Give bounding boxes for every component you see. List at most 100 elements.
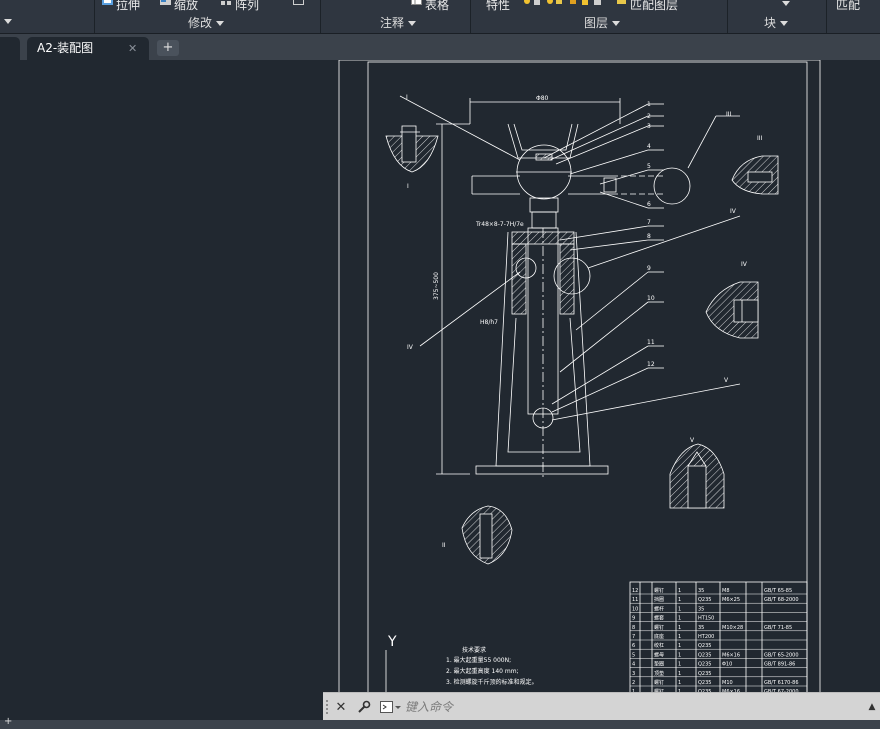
table-cell-note: M8 <box>722 588 730 594</box>
table-cell-note: M6×25 <box>722 597 740 603</box>
panel-modify[interactable]: 修改 <box>188 14 225 31</box>
detail-view-I <box>385 125 439 173</box>
table-cell-no: 6 <box>632 643 635 649</box>
document-tab-bar: A2-装配图 ✕ + <box>0 34 880 60</box>
balloon-7: 7 <box>647 219 651 226</box>
panel-layers[interactable]: 图层 <box>584 14 621 31</box>
scroll-up-button[interactable]: ▲ <box>865 693 879 721</box>
tech-req-line1: 1. 最大起重量55 000N; <box>446 656 511 664</box>
status-bar: + <box>0 716 880 729</box>
command-line: ✕ ▲ <box>323 692 880 721</box>
table-icon <box>411 0 422 5</box>
table-cell-note: Φ10 <box>722 662 732 668</box>
grip-handle[interactable] <box>323 693 331 721</box>
properties-button[interactable]: 特性 <box>486 0 510 12</box>
view-label-III: III <box>726 111 732 118</box>
drawing-canvas[interactable]: I I III III IV IV IV V V II Φ80 375~500 … <box>0 60 880 720</box>
tab-label: A2-装配图 <box>37 41 94 55</box>
table-cell-name: 挡圈 <box>654 596 664 603</box>
drawing-frame <box>367 61 808 720</box>
recent-commands-button[interactable] <box>379 693 403 721</box>
layer-tool-icons <box>524 0 601 5</box>
tab-a2-assembly[interactable]: A2-装配图 ✕ <box>27 37 149 60</box>
balloon-9: 9 <box>647 265 651 272</box>
balloon-6: 6 <box>647 201 651 208</box>
panel-block[interactable]: 块 <box>764 14 789 31</box>
table-cell-mat: 35 <box>698 606 704 612</box>
match-button[interactable]: 匹配 <box>836 0 860 12</box>
table-cell-mat: Q235 <box>698 643 711 649</box>
panel-annotation-label: 注释 <box>380 16 405 30</box>
table-button[interactable]: 表格 <box>411 0 449 12</box>
detail-view-II <box>461 505 513 565</box>
stretch-label: 拉伸 <box>116 0 141 12</box>
table-cell-std: GB/T 68-2000 <box>764 597 799 603</box>
ribbon-separator <box>94 0 95 33</box>
table-cell-no: 7 <box>632 634 635 640</box>
plus-icon: + <box>162 40 174 55</box>
panel-prev-dropdown[interactable] <box>0 14 12 28</box>
table-cell-mat: HT150 <box>698 616 714 622</box>
table-cell-no: 4 <box>632 662 635 668</box>
panel-modify-label: 修改 <box>188 16 213 30</box>
table-cell-name: 螺钉 <box>654 624 664 631</box>
table-cell-name: 螺母 <box>654 651 664 658</box>
view-label-I: I <box>406 94 408 101</box>
table-cell-name: 垫圈 <box>654 661 664 668</box>
table-cell-qty: 1 <box>678 625 681 631</box>
panel-block-label: 块 <box>764 16 777 30</box>
detail-view-V <box>669 443 725 509</box>
extra-modify-button[interactable] <box>293 0 307 8</box>
new-tab-button[interactable]: + <box>157 40 179 56</box>
table-cell-mat: Q235 <box>698 680 711 686</box>
thread-note: Tr48×8-7-7H/7e <box>475 221 524 228</box>
array-button[interactable]: 阵列 <box>221 0 259 12</box>
chevron-down-icon <box>780 21 789 26</box>
balloon-8: 8 <box>647 233 651 240</box>
view-label-IV-main: IV <box>407 344 414 351</box>
balloon-4: 4 <box>647 143 651 150</box>
table-cell-no: 2 <box>632 680 635 686</box>
view-label-IV: IV <box>730 208 737 215</box>
table-cell-qty: 1 <box>678 643 681 649</box>
match-label: 匹配 <box>836 0 861 12</box>
balloon-2: 2 <box>647 113 651 120</box>
view-label-V-detail: V <box>690 437 695 444</box>
scale-icon <box>160 0 171 5</box>
close-icon[interactable]: ✕ <box>128 37 137 60</box>
match-layer-button[interactable]: 匹配图层 <box>616 0 678 12</box>
balloon-12: 12 <box>647 361 655 368</box>
match-layer-icon <box>617 0 626 4</box>
properties-label: 特性 <box>486 0 511 12</box>
tech-req-line2: 2. 最大起重高度 140 mm; <box>446 667 519 675</box>
scale-button[interactable]: 缩放 <box>160 0 198 12</box>
panel-annotation[interactable]: 注释 <box>380 14 417 31</box>
tab-previous[interactable] <box>0 37 20 60</box>
chevron-down-icon <box>4 19 12 24</box>
table-cell-qty: 1 <box>678 597 681 603</box>
table-cell-name: 螺杆 <box>654 605 664 612</box>
block-insert-button[interactable] <box>778 0 790 8</box>
table-cell-no: 8 <box>632 625 635 631</box>
table-cell-qty: 1 <box>678 671 681 677</box>
close-icon: ✕ <box>335 699 347 715</box>
table-cell-mat: HT200 <box>698 634 714 640</box>
close-command-button[interactable]: ✕ <box>332 693 350 721</box>
layer-tools[interactable] <box>522 0 622 8</box>
command-input[interactable] <box>405 697 845 717</box>
ucs-y-label: Y <box>387 634 397 650</box>
table-cell-qty: 1 <box>678 634 681 640</box>
table-cell-name: 底座 <box>654 633 664 640</box>
grip-icon <box>326 700 328 714</box>
table-cell-name: 螺钉 <box>654 587 664 594</box>
table-cell-note: M6×16 <box>722 652 740 658</box>
model-tab[interactable]: + <box>4 716 12 727</box>
customize-button[interactable] <box>354 693 374 721</box>
table-cell-mat: Q235 <box>698 652 711 658</box>
table-cell-qty: 1 <box>678 652 681 658</box>
table-cell-no: 3 <box>632 671 635 677</box>
array-icon <box>221 1 231 5</box>
table-cell-no: 12 <box>632 588 638 594</box>
panel-layers-label: 图层 <box>584 16 609 30</box>
stretch-button[interactable]: 拉伸 <box>102 0 140 12</box>
